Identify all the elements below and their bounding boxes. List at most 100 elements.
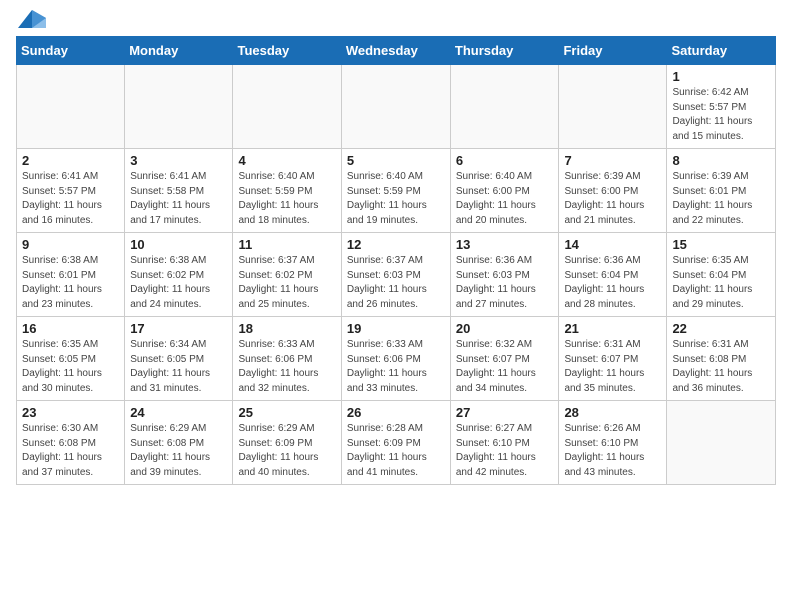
calendar-cell	[559, 65, 667, 149]
day-number: 19	[347, 321, 445, 336]
day-number: 7	[564, 153, 661, 168]
calendar-week-row-5: 23 Sunrise: 6:30 AM Sunset: 6:08 PM Dayli…	[17, 401, 776, 485]
day-number: 21	[564, 321, 661, 336]
calendar-cell: 6 Sunrise: 6:40 AM Sunset: 6:00 PM Daylig…	[450, 149, 559, 233]
day-number: 15	[672, 237, 770, 252]
calendar-cell: 4 Sunrise: 6:40 AM Sunset: 5:59 PM Daylig…	[233, 149, 341, 233]
calendar-cell: 25 Sunrise: 6:29 AM Sunset: 6:09 PM Dayli…	[233, 401, 341, 485]
day-number: 18	[238, 321, 335, 336]
day-number: 12	[347, 237, 445, 252]
calendar-cell	[233, 65, 341, 149]
calendar-cell: 5 Sunrise: 6:40 AM Sunset: 5:59 PM Daylig…	[341, 149, 450, 233]
day-info: Sunrise: 6:29 AM Sunset: 6:08 PM Dayligh…	[130, 422, 227, 480]
day-info: Sunrise: 6:36 AM Sunset: 6:04 PM Dayligh…	[564, 254, 661, 312]
day-info: Sunrise: 6:40 AM Sunset: 6:00 PM Dayligh…	[456, 170, 554, 228]
day-info: Sunrise: 6:30 AM Sunset: 6:08 PM Dayligh…	[22, 422, 119, 480]
day-number: 11	[238, 237, 335, 252]
calendar-cell: 1 Sunrise: 6:42 AM Sunset: 5:57 PM Daylig…	[667, 65, 776, 149]
calendar-cell: 22 Sunrise: 6:31 AM Sunset: 6:08 PM Dayli…	[667, 317, 776, 401]
calendar-cell: 3 Sunrise: 6:41 AM Sunset: 5:58 PM Daylig…	[125, 149, 233, 233]
day-number: 25	[238, 405, 335, 420]
day-info: Sunrise: 6:35 AM Sunset: 6:05 PM Dayligh…	[22, 338, 119, 396]
day-info: Sunrise: 6:40 AM Sunset: 5:59 PM Dayligh…	[347, 170, 445, 228]
calendar-cell: 11 Sunrise: 6:37 AM Sunset: 6:02 PM Dayli…	[233, 233, 341, 317]
logo-icon	[18, 10, 46, 28]
calendar-cell: 26 Sunrise: 6:28 AM Sunset: 6:09 PM Dayli…	[341, 401, 450, 485]
day-number: 4	[238, 153, 335, 168]
calendar-cell: 27Sunrise: 6:27 AM Sunset: 6:10 PM Dayli…	[450, 401, 559, 485]
calendar-cell: 9 Sunrise: 6:38 AM Sunset: 6:01 PM Daylig…	[17, 233, 125, 317]
day-info: Sunrise: 6:41 AM Sunset: 5:57 PM Dayligh…	[22, 170, 119, 228]
weekday-header-row: SundayMondayTuesdayWednesdayThursdayFrid…	[17, 37, 776, 65]
day-info: Sunrise: 6:33 AM Sunset: 6:06 PM Dayligh…	[347, 338, 445, 396]
day-number: 1	[672, 69, 770, 84]
day-info: Sunrise: 6:37 AM Sunset: 6:03 PM Dayligh…	[347, 254, 445, 312]
calendar-cell: 15 Sunrise: 6:35 AM Sunset: 6:04 PM Dayli…	[667, 233, 776, 317]
day-number: 5	[347, 153, 445, 168]
calendar-cell: 7 Sunrise: 6:39 AM Sunset: 6:00 PM Daylig…	[559, 149, 667, 233]
day-info: Sunrise: 6:31 AM Sunset: 6:08 PM Dayligh…	[672, 338, 770, 396]
calendar-cell: 21 Sunrise: 6:31 AM Sunset: 6:07 PM Dayli…	[559, 317, 667, 401]
calendar-week-row-2: 2 Sunrise: 6:41 AM Sunset: 5:57 PM Daylig…	[17, 149, 776, 233]
calendar-cell: 12 Sunrise: 6:37 AM Sunset: 6:03 PM Dayli…	[341, 233, 450, 317]
calendar-week-row-4: 16 Sunrise: 6:35 AM Sunset: 6:05 PM Dayli…	[17, 317, 776, 401]
day-info: Sunrise: 6:32 AM Sunset: 6:07 PM Dayligh…	[456, 338, 554, 396]
calendar-week-row-1: 1 Sunrise: 6:42 AM Sunset: 5:57 PM Daylig…	[17, 65, 776, 149]
calendar-cell: 13 Sunrise: 6:36 AM Sunset: 6:03 PM Dayli…	[450, 233, 559, 317]
day-info: Sunrise: 6:40 AM Sunset: 5:59 PM Dayligh…	[238, 170, 335, 228]
day-info: Sunrise: 6:38 AM Sunset: 6:01 PM Dayligh…	[22, 254, 119, 312]
weekday-header-sunday: Sunday	[17, 37, 125, 65]
day-info: Sunrise: 6:39 AM Sunset: 6:01 PM Dayligh…	[672, 170, 770, 228]
page-header	[16, 16, 776, 28]
day-number: 3	[130, 153, 227, 168]
day-info: Sunrise: 6:33 AM Sunset: 6:06 PM Dayligh…	[238, 338, 335, 396]
calendar-cell: 10 Sunrise: 6:38 AM Sunset: 6:02 PM Dayli…	[125, 233, 233, 317]
weekday-header-wednesday: Wednesday	[341, 37, 450, 65]
calendar-cell: 14 Sunrise: 6:36 AM Sunset: 6:04 PM Dayli…	[559, 233, 667, 317]
day-info: Sunrise: 6:31 AM Sunset: 6:07 PM Dayligh…	[564, 338, 661, 396]
day-number: 23	[22, 405, 119, 420]
calendar-table: SundayMondayTuesdayWednesdayThursdayFrid…	[16, 36, 776, 485]
day-number: 8	[672, 153, 770, 168]
calendar-cell: 23 Sunrise: 6:30 AM Sunset: 6:08 PM Dayli…	[17, 401, 125, 485]
day-number: 22	[672, 321, 770, 336]
day-info: Sunrise: 6:41 AM Sunset: 5:58 PM Dayligh…	[130, 170, 227, 228]
calendar-cell: 17 Sunrise: 6:34 AM Sunset: 6:05 PM Dayli…	[125, 317, 233, 401]
day-number: 9	[22, 237, 119, 252]
day-info: Sunrise: 6:35 AM Sunset: 6:04 PM Dayligh…	[672, 254, 770, 312]
calendar-cell	[667, 401, 776, 485]
calendar-cell: 16 Sunrise: 6:35 AM Sunset: 6:05 PM Dayli…	[17, 317, 125, 401]
day-number: 28	[564, 405, 661, 420]
day-number: 6	[456, 153, 554, 168]
day-number: 2	[22, 153, 119, 168]
day-number: 17	[130, 321, 227, 336]
day-number: 10	[130, 237, 227, 252]
calendar-cell: 18 Sunrise: 6:33 AM Sunset: 6:06 PM Dayli…	[233, 317, 341, 401]
day-number: 20	[456, 321, 554, 336]
day-info: Sunrise: 6:42 AM Sunset: 5:57 PM Dayligh…	[672, 86, 770, 144]
day-info: Sunrise: 6:27 AM Sunset: 6:10 PM Dayligh…	[456, 422, 554, 480]
day-info: Sunrise: 6:39 AM Sunset: 6:00 PM Dayligh…	[564, 170, 661, 228]
day-number: 24	[130, 405, 227, 420]
day-info: Sunrise: 6:28 AM Sunset: 6:09 PM Dayligh…	[347, 422, 445, 480]
calendar-cell: 24 Sunrise: 6:29 AM Sunset: 6:08 PM Dayli…	[125, 401, 233, 485]
day-number: 13	[456, 237, 554, 252]
day-info: Sunrise: 6:37 AM Sunset: 6:02 PM Dayligh…	[238, 254, 335, 312]
day-number: 14	[564, 237, 661, 252]
day-info: Sunrise: 6:26 AM Sunset: 6:10 PM Dayligh…	[564, 422, 661, 480]
calendar-cell: 2 Sunrise: 6:41 AM Sunset: 5:57 PM Daylig…	[17, 149, 125, 233]
day-info: Sunrise: 6:29 AM Sunset: 6:09 PM Dayligh…	[238, 422, 335, 480]
logo	[16, 16, 46, 28]
calendar-cell: 20 Sunrise: 6:32 AM Sunset: 6:07 PM Dayli…	[450, 317, 559, 401]
day-info: Sunrise: 6:36 AM Sunset: 6:03 PM Dayligh…	[456, 254, 554, 312]
day-number: 16	[22, 321, 119, 336]
day-info: Sunrise: 6:38 AM Sunset: 6:02 PM Dayligh…	[130, 254, 227, 312]
calendar-cell	[341, 65, 450, 149]
calendar-cell: 28 Sunrise: 6:26 AM Sunset: 6:10 PM Dayli…	[559, 401, 667, 485]
calendar-cell: 19 Sunrise: 6:33 AM Sunset: 6:06 PM Dayli…	[341, 317, 450, 401]
day-number: 26	[347, 405, 445, 420]
weekday-header-tuesday: Tuesday	[233, 37, 341, 65]
day-info: Sunrise: 6:34 AM Sunset: 6:05 PM Dayligh…	[130, 338, 227, 396]
calendar-week-row-3: 9 Sunrise: 6:38 AM Sunset: 6:01 PM Daylig…	[17, 233, 776, 317]
weekday-header-thursday: Thursday	[450, 37, 559, 65]
